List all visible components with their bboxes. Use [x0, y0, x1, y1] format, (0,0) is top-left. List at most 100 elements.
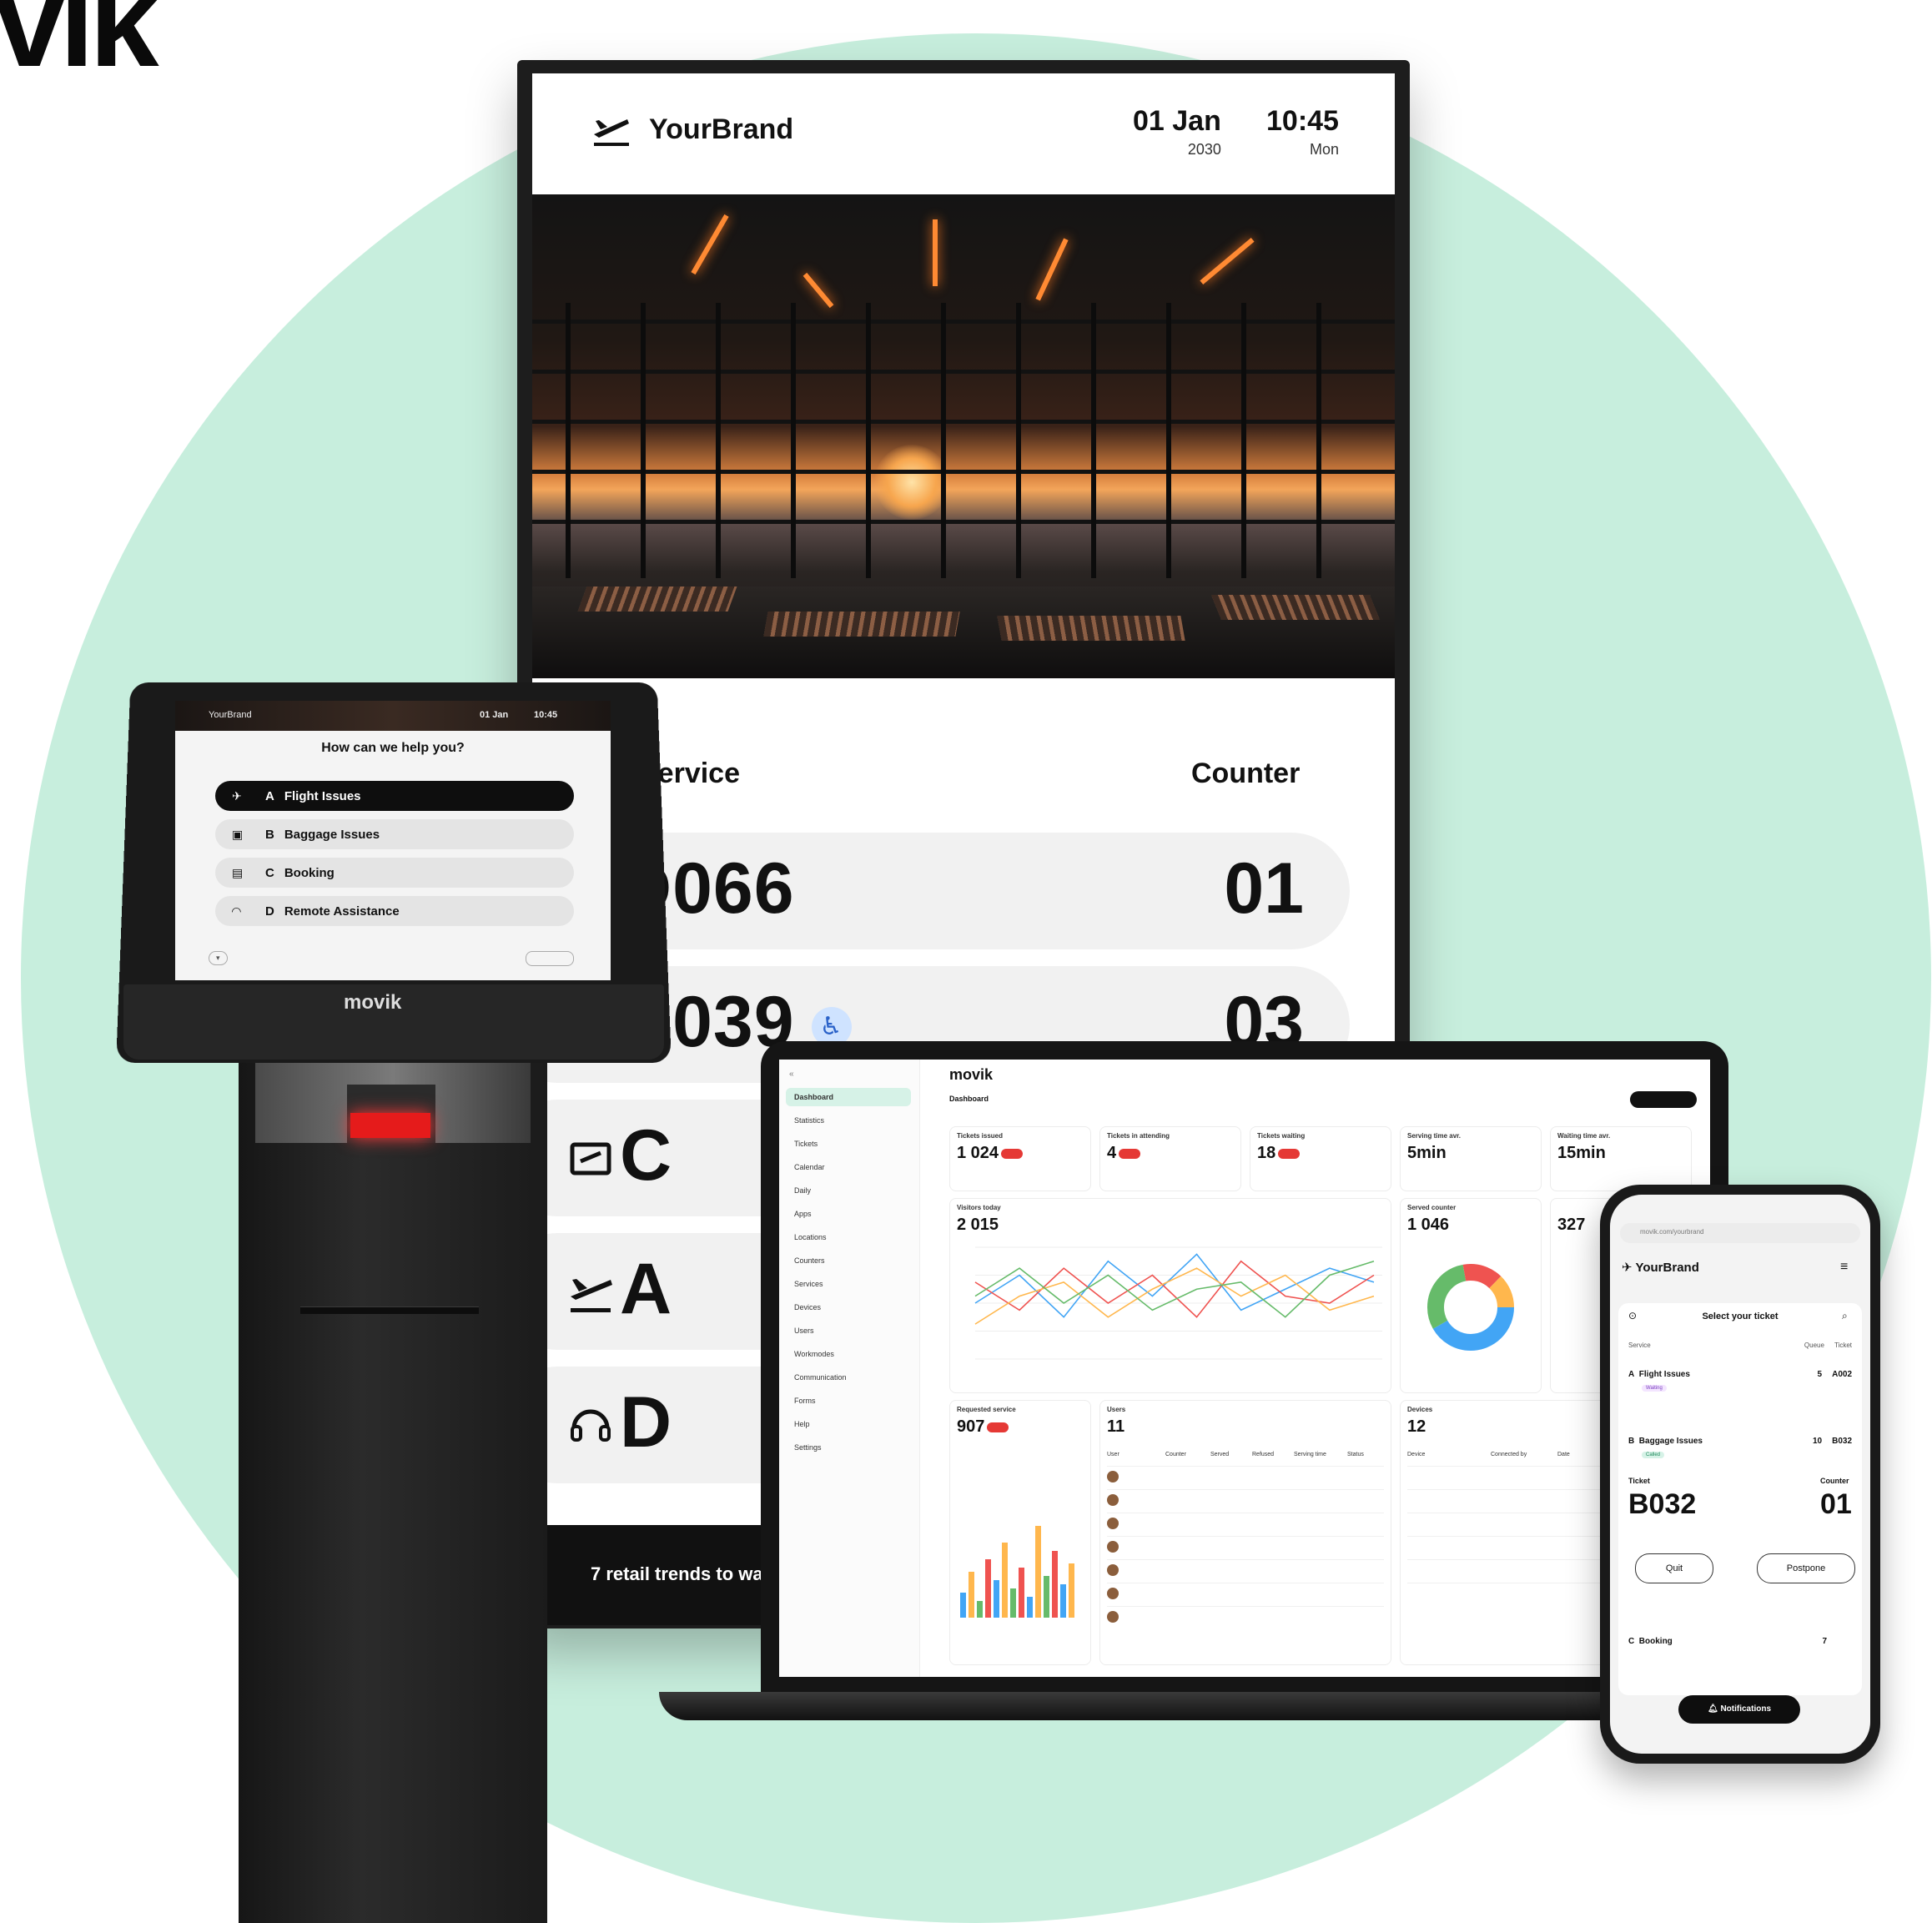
sunset-glow: [874, 445, 949, 520]
sidebar-item-calendar[interactable]: Calendar: [786, 1158, 911, 1176]
phone-brand-name: YourBrand: [1635, 1261, 1699, 1275]
ticket-printer-light: [350, 1113, 430, 1138]
accessibility-controls[interactable]: [526, 951, 574, 966]
series-line: [974, 1253, 1375, 1318]
brand: YourBrand: [591, 111, 793, 148]
card-value: 1 046: [1407, 1216, 1450, 1234]
avatar: [1107, 1541, 1119, 1553]
queue-count: 7: [1822, 1637, 1827, 1646]
date: 01 Jan: [1133, 105, 1221, 137]
table-row[interactable]: [1107, 1536, 1384, 1557]
sidebar-item-apps[interactable]: Apps: [786, 1205, 911, 1223]
users-card: Users 11 User Counter Served Refused Ser…: [1099, 1400, 1391, 1665]
col-queue: Queue: [1804, 1342, 1824, 1349]
col-device: Device: [1407, 1451, 1426, 1457]
sidebar-item-statistics[interactable]: Statistics: [786, 1111, 911, 1130]
service-row[interactable]: C Booking 7: [1628, 1637, 1852, 1646]
kiosk-brand-name: YourBrand: [209, 710, 252, 720]
col-serving-time: Serving time: [1294, 1451, 1326, 1457]
counter-column-header: Counter: [1191, 758, 1301, 789]
sidebar-item-help[interactable]: Help: [786, 1415, 911, 1433]
card-value: 11: [1107, 1417, 1125, 1436]
service-label: Booking: [1638, 1637, 1673, 1646]
sidebar-item-users[interactable]: Users: [786, 1321, 911, 1340]
address-bar[interactable]: movik.com/yourbrand: [1620, 1223, 1860, 1243]
counter-number: 01: [1224, 848, 1304, 929]
sidebar-item-counters[interactable]: Counters: [786, 1251, 911, 1270]
service-row[interactable]: B Baggage Issues 10 B032: [1628, 1437, 1852, 1446]
card-slot: [300, 1306, 479, 1314]
kpi-card: Serving time avr. 5min: [1400, 1126, 1542, 1191]
kpi-card: Tickets waiting 18: [1250, 1126, 1391, 1191]
bar: [1019, 1568, 1024, 1618]
sidebar-item-daily[interactable]: Daily: [786, 1181, 911, 1200]
notifications-button[interactable]: 🔔︎ Notifications: [1678, 1695, 1800, 1724]
trend-badge: [1278, 1148, 1301, 1159]
sidebar-item-locations[interactable]: Locations: [786, 1228, 911, 1246]
table-row[interactable]: [1107, 1489, 1384, 1510]
ticket-label: Ticket: [1628, 1477, 1650, 1485]
sidebar-item-dashboard[interactable]: Dashboard: [786, 1088, 911, 1106]
avatar: [1107, 1494, 1119, 1506]
kpi-value: 1 024: [957, 1144, 1024, 1163]
menu-icon[interactable]: ≡: [1840, 1260, 1848, 1275]
card-value: 327: [1557, 1216, 1586, 1234]
weekday: Mon: [1309, 141, 1339, 158]
col-status: Status: [1347, 1451, 1364, 1457]
bar: [1035, 1526, 1041, 1618]
sidebar-item-services[interactable]: Services: [786, 1275, 911, 1293]
kiosk-logo: movik: [344, 991, 402, 1014]
option-key: A: [265, 788, 274, 803]
bar: [1060, 1584, 1066, 1618]
col-user: User: [1107, 1451, 1119, 1457]
select-ticket-title: Select your ticket: [1702, 1311, 1779, 1321]
bar: [1069, 1563, 1074, 1618]
sidebar-item-tickets[interactable]: Tickets: [786, 1135, 911, 1153]
kpi-value: 18: [1257, 1144, 1301, 1163]
kpi-number: 4: [1107, 1144, 1117, 1162]
ticket-card: Select your ticket ⊙ ⌕ Service Queue Tic…: [1618, 1303, 1862, 1695]
kpi-card: Tickets issued 1 024: [949, 1126, 1091, 1191]
option-flight-issues[interactable]: ✈ A Flight Issues: [215, 781, 574, 811]
language-selector[interactable]: ▾: [209, 951, 228, 965]
back-icon[interactable]: ⊙: [1628, 1310, 1637, 1321]
ticket-table-header: Service Queue Ticket: [1628, 1342, 1852, 1349]
donut-chart: [1427, 1264, 1514, 1351]
service-row[interactable]: A Flight Issues 5 A002: [1628, 1370, 1852, 1379]
option-booking[interactable]: ▤ C Booking: [215, 858, 574, 888]
kiosk-screen: YourBrand 01 Jan 10:45 How can we help y…: [175, 701, 611, 980]
option-remote-assistance[interactable]: ◠ D Remote Assistance: [215, 896, 574, 926]
collapse-icon[interactable]: «: [789, 1070, 794, 1079]
postpone-button[interactable]: Postpone: [1757, 1553, 1855, 1583]
sidebar-item-communication[interactable]: Communication: [786, 1368, 911, 1387]
kpi-value: 4: [1107, 1144, 1141, 1163]
table-row[interactable]: [1107, 1513, 1384, 1533]
booking-icon: [570, 1142, 611, 1175]
kpi-title: Waiting time avr.: [1557, 1132, 1611, 1140]
sidebar-item-devices[interactable]: Devices: [786, 1298, 911, 1316]
kiosk-date: 01 Jan: [480, 710, 509, 720]
avatar: [1107, 1564, 1119, 1576]
bar: [985, 1559, 991, 1618]
sidebar-item-forms[interactable]: Forms: [786, 1392, 911, 1410]
sidebar-item-settings[interactable]: Settings: [786, 1438, 911, 1457]
quit-label: Quit: [1665, 1563, 1683, 1573]
table-row[interactable]: [1107, 1559, 1384, 1580]
ticket-code: B032: [1832, 1437, 1852, 1446]
col-date: Date: [1557, 1451, 1570, 1457]
status-badge: Waiting: [1642, 1385, 1667, 1392]
avatar: [1107, 1518, 1119, 1529]
option-baggage-issues[interactable]: ▣ B Baggage Issues: [215, 819, 574, 849]
col-counter: Counter: [1165, 1451, 1186, 1457]
ticket-code: A002: [1832, 1370, 1852, 1379]
bar: [1052, 1551, 1058, 1618]
trend-badge: [1119, 1148, 1141, 1159]
table-row[interactable]: [1107, 1606, 1384, 1627]
table-row[interactable]: [1107, 1466, 1384, 1487]
sidebar-item-workmodes[interactable]: Workmodes: [786, 1345, 911, 1363]
add-chart-button[interactable]: [1630, 1091, 1697, 1108]
table-row[interactable]: [1107, 1583, 1384, 1603]
quit-button[interactable]: Quit: [1635, 1553, 1713, 1583]
search-icon[interactable]: ⌕: [1842, 1310, 1848, 1322]
col-served: Served: [1210, 1451, 1230, 1457]
